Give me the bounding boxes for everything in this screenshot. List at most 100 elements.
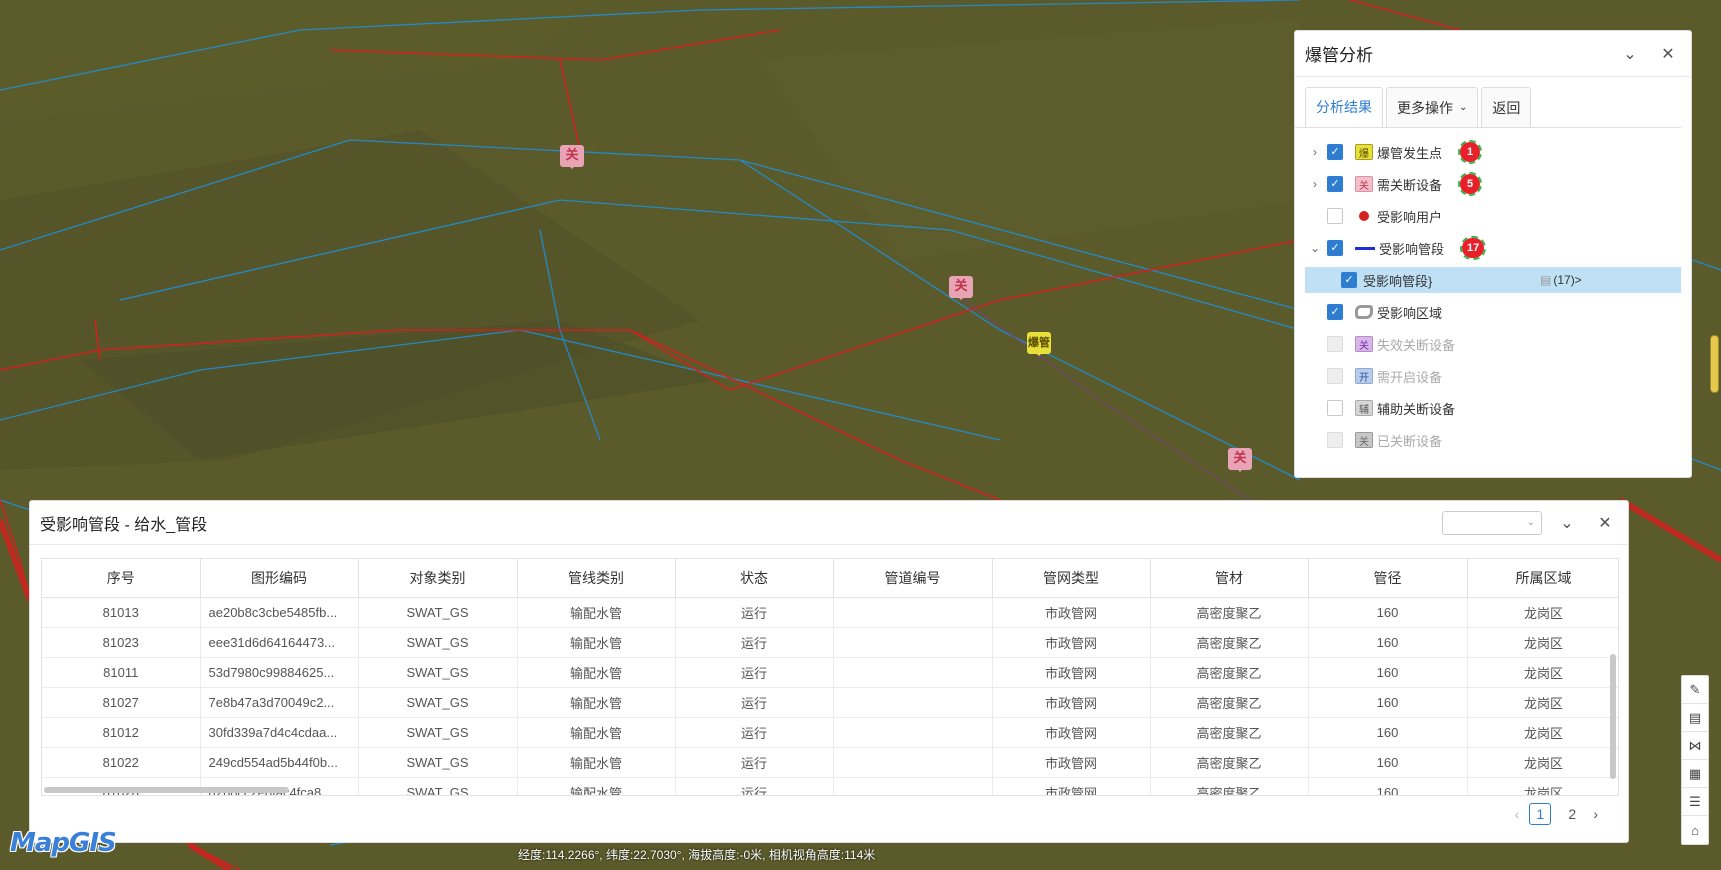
count-badge: 17 (1459, 236, 1487, 260)
layer-checkbox[interactable]: ✓ (1327, 176, 1343, 192)
column-header[interactable]: 状态 (675, 559, 834, 598)
tab-back[interactable]: 返回 (1481, 87, 1532, 127)
map-marker-close-valve[interactable]: 关 (560, 145, 584, 169)
column-header[interactable]: 管网类型 (992, 559, 1151, 598)
table-cell: 160 (1308, 627, 1468, 658)
field-select[interactable]: ⌄ (1442, 510, 1542, 535)
table-cell: 市政管网 (992, 597, 1151, 628)
sub-item-count-text: (17)> (1553, 273, 1582, 287)
layer-row-burst-point[interactable]: › ✓ 爆 爆管发生点 1 (1305, 136, 1681, 168)
table-cell (833, 717, 993, 748)
column-header[interactable]: 管线类别 (517, 559, 676, 598)
table-cell: 81012 (42, 717, 201, 748)
collapse-chevron-icon[interactable]: ⌄ (1617, 41, 1643, 67)
column-header[interactable]: 所属区域 (1467, 559, 1618, 598)
table-cell: 输配水管 (517, 747, 676, 778)
expand-chevron-icon[interactable]: › (1305, 177, 1325, 191)
layer-checkbox[interactable]: ✓ (1341, 272, 1357, 288)
table-row[interactable]: 81013 ae20b8c3cbe5485fb... SWAT_GS 输配水管 运行 市政… (42, 597, 1618, 628)
open-valve-icon: 开 (1355, 368, 1373, 384)
expand-chevron-icon[interactable]: › (1305, 145, 1325, 159)
table-cell: 高密度聚乙 (1150, 597, 1309, 628)
table-cell: 30fd339a7d4c4cdaa... (200, 717, 359, 748)
prev-page-icon[interactable]: ‹ (1515, 806, 1520, 822)
sub-item-affected-pipes[interactable]: ✓ 受影响管段} ▤ (17)> (1305, 267, 1681, 293)
tab-more-actions[interactable]: 更多操作 ⌄ (1386, 87, 1479, 127)
close-icon[interactable]: ✕ (1592, 510, 1618, 536)
table-row[interactable]: 81027 7e8b47a3d70049c2... SWAT_GS 输配水管 运行 市政管… (42, 687, 1618, 718)
layer-checkbox[interactable] (1327, 400, 1343, 416)
collapse-icon[interactable]: ⋈ (1682, 732, 1708, 760)
layer-row-close-valves[interactable]: › ✓ 关 需关断设备 5 (1305, 168, 1681, 200)
table-cell: 市政管网 (992, 687, 1151, 718)
tab-analysis-results[interactable]: 分析结果 (1305, 87, 1383, 127)
layer-checkbox[interactable]: ✓ (1327, 144, 1343, 160)
layer-row-affected-users[interactable]: 受影响用户 (1305, 200, 1681, 232)
layer-row-affected-pipes[interactable]: ⌄ ✓ 受影响管段 17 (1305, 232, 1681, 264)
note-icon[interactable]: ▤ (1682, 704, 1708, 732)
table-cell: ae20b8c3cbe5485fb... (200, 597, 359, 628)
mapgis-logo: MapGIS (10, 828, 117, 858)
collapse-chevron-icon[interactable]: ⌄ (1554, 510, 1580, 536)
coordinate-status-bar: 经度:114.2266°, 纬度:22.7030°, 海拔高度:-0米, 相机视… (518, 848, 876, 862)
layer-checkbox[interactable]: ✓ (1327, 304, 1343, 320)
table-cell (833, 777, 993, 795)
layer-row-aux-valves[interactable]: 辅 辅助关断设备 (1305, 392, 1681, 424)
sub-item-count[interactable]: ▤ (17)> (1540, 273, 1582, 287)
layers-icon[interactable]: ☰ (1682, 788, 1708, 816)
close-valve-icon: 关 (1355, 176, 1373, 192)
close-icon[interactable]: ✕ (1655, 41, 1681, 67)
table-cell: 160 (1308, 747, 1468, 778)
map-scroll-handle[interactable] (1710, 335, 1719, 393)
map-marker-burst-point[interactable]: 爆管 (1027, 332, 1051, 356)
collapse-chevron-icon[interactable]: ⌄ (1305, 241, 1325, 255)
burst-icon: 爆 (1355, 144, 1373, 160)
table-row[interactable]: 81011 53d7980c99884625... SWAT_GS 输配水管 运行 市政管… (42, 657, 1618, 688)
table-cell: 输配水管 (517, 627, 676, 658)
panel-header: 爆管分析 ⌄ ✕ (1295, 31, 1691, 77)
layer-label: 受影响区域 (1377, 305, 1443, 321)
horizontal-scrollbar[interactable] (44, 787, 289, 793)
column-header[interactable]: 图形编码 (200, 559, 359, 598)
next-page-icon[interactable]: › (1593, 806, 1598, 822)
table-cell: 81023 (42, 627, 201, 658)
table-cell: 运行 (675, 597, 834, 628)
table-row[interactable]: 81022 249cd554ad5b44f0b... SWAT_GS 输配水管 运行 市政… (42, 747, 1618, 778)
map-icon[interactable]: ▦ (1682, 760, 1708, 788)
chevron-down-icon: ⌄ (1459, 102, 1468, 113)
table-cell: 市政管网 (992, 717, 1151, 748)
layer-label: 失效关断设备 (1377, 337, 1456, 353)
layer-row-affected-area[interactable]: ✓ 受影响区域 (1305, 296, 1681, 328)
table-cell: 81013 (42, 597, 201, 628)
pencil-icon[interactable]: ✎ (1682, 676, 1708, 704)
table-row[interactable]: 81012 30fd339a7d4c4cdaa... SWAT_GS 输配水管 运行 市政… (42, 717, 1618, 748)
layer-row-closed-valves: 关 已关断设备 (1305, 424, 1681, 456)
table-cell: 81011 (42, 657, 201, 688)
column-header[interactable]: 管材 (1150, 559, 1309, 598)
table-cell: 运行 (675, 747, 834, 778)
table-cell: 160 (1308, 597, 1468, 628)
layer-label: 辅助关断设备 (1377, 401, 1456, 417)
column-header[interactable]: 管径 (1308, 559, 1468, 598)
table-cell: SWAT_GS (358, 657, 518, 688)
table-cell: 高密度聚乙 (1150, 747, 1309, 778)
table-cell: 运行 (675, 627, 834, 658)
page-button[interactable]: 2 (1561, 803, 1583, 825)
layer-checkbox[interactable]: ✓ (1327, 240, 1343, 256)
table-row[interactable]: 81023 eee31d6d64164473... SWAT_GS 输配水管 运行 市政管… (42, 627, 1618, 658)
vertical-scrollbar[interactable] (1610, 654, 1616, 779)
map-marker-close-valve[interactable]: 关 (1228, 448, 1252, 472)
column-header[interactable]: 管道编号 (833, 559, 993, 598)
affected-pipes-table-panel: 受影响管段 - 给水_管段 ⌄ ⌄ ✕ 序号 图形编码 对象类别 管线类别 状态… (29, 500, 1629, 843)
table-cell: 输配水管 (517, 597, 676, 628)
page-button[interactable]: 1 (1529, 803, 1552, 825)
table-cell: 龙岗区 (1467, 627, 1618, 658)
map-marker-close-valve[interactable]: 关 (949, 276, 973, 300)
column-header[interactable]: 对象类别 (358, 559, 518, 598)
column-header[interactable]: 序号 (42, 559, 201, 598)
layer-label: 已关断设备 (1377, 433, 1443, 449)
home-icon[interactable]: ⌂ (1682, 816, 1708, 844)
layer-checkbox[interactable] (1327, 208, 1343, 224)
tab-label: 返回 (1492, 99, 1521, 116)
layer-label: 需开启设备 (1377, 369, 1443, 385)
